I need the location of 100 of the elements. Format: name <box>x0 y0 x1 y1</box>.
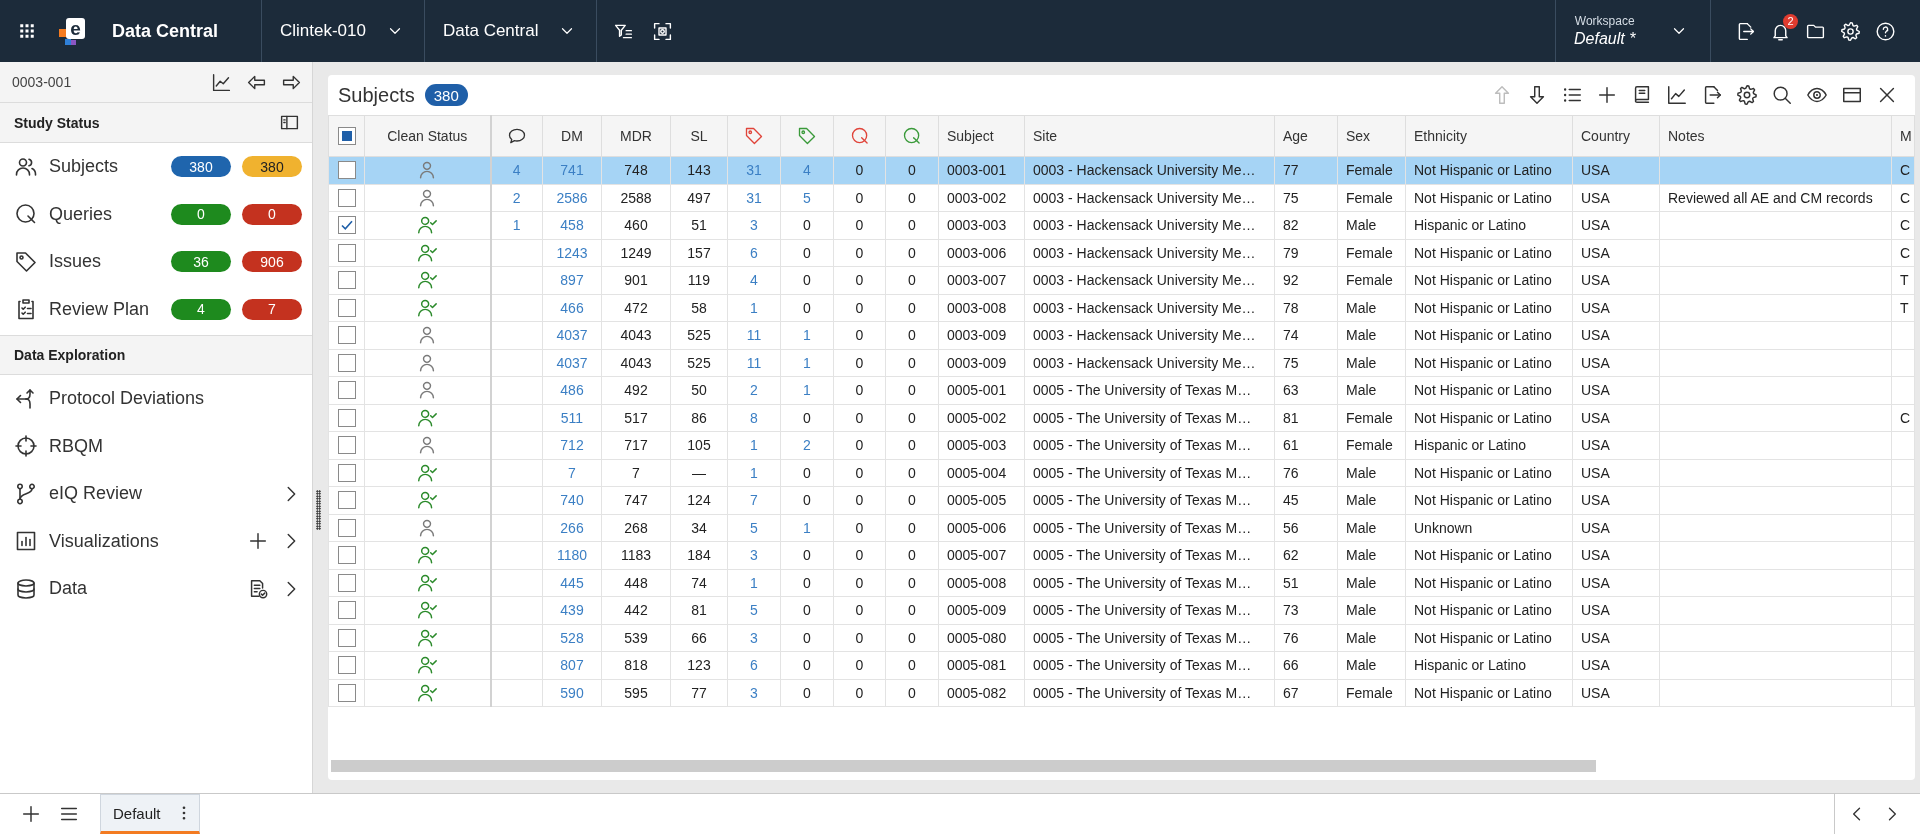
column-header[interactable]: Sex <box>1337 115 1406 157</box>
column-header[interactable]: Notes <box>1659 115 1892 157</box>
count-link[interactable]: 1 <box>750 574 758 591</box>
row-checkbox[interactable] <box>337 546 356 565</box>
workspace-tab[interactable]: Default <box>100 794 200 834</box>
column-header[interactable]: Site <box>1024 115 1275 157</box>
count-link[interactable]: 1 <box>750 464 758 481</box>
table-row[interactable]: 528 539 66 3 0 0 0 0005-080 0005 - The University of Texas M… 76 Male Not Hispanic or Latino USA <box>328 624 1915 652</box>
count-link[interactable]: 4 <box>750 272 758 289</box>
row-checkbox[interactable] <box>337 573 356 592</box>
apps-grid-icon[interactable] <box>18 22 36 40</box>
count-link[interactable]: 7 <box>568 464 576 481</box>
count-link[interactable]: 3 <box>750 217 758 234</box>
row-checkbox[interactable] <box>337 216 356 235</box>
count-link[interactable]: 11 <box>746 327 762 344</box>
count-link[interactable]: 2 <box>512 189 521 206</box>
row-checkbox[interactable] <box>337 656 356 675</box>
table-row[interactable]: 740 747 124 7 0 0 0 0005-005 0005 - The University of Texas M… 45 Male Not Hispanic or Latino USA <box>328 486 1915 514</box>
table-row[interactable]: 466 472 58 1 0 0 0 0003-008 0003 - Hackensack University Me… 78 Male Not Hispanic or Latino USA T <box>328 294 1915 322</box>
table-row[interactable]: 486 492 50 2 1 0 0 0005-001 0005 - The University of Texas M… 63 Male Not Hispanic or Latino USA <box>328 376 1915 404</box>
row-checkbox[interactable] <box>337 353 356 372</box>
table-row[interactable]: 439 442 81 5 0 0 0 0005-009 0005 - The University of Texas M… 73 Male Not Hispanic or Latino USA <box>328 596 1915 624</box>
count-link[interactable]: 5 <box>750 602 758 619</box>
row-checkbox[interactable] <box>337 491 356 510</box>
column-header[interactable]: M <box>1891 115 1915 157</box>
row-checkbox[interactable] <box>337 408 356 427</box>
menu-item[interactable]: Queries <box>14 202 113 227</box>
row-checkbox[interactable] <box>337 436 356 455</box>
count-link[interactable]: 5 <box>750 519 758 536</box>
menu-item[interactable]: Data <box>14 576 88 601</box>
table-row[interactable]: 807 818 123 6 0 0 0 0005-081 0005 - The University of Texas M… 66 Male Hispanic or Latino USA <box>328 651 1915 679</box>
plus-icon[interactable] <box>20 803 42 825</box>
row-checkbox[interactable] <box>337 381 356 400</box>
settings-icon[interactable] <box>1736 84 1758 106</box>
row-checkbox[interactable] <box>337 683 356 702</box>
column-header[interactable]: MDR <box>601 115 671 157</box>
row-checkbox[interactable] <box>337 271 356 290</box>
column-header[interactable]: SL <box>670 115 728 157</box>
count-link[interactable]: 2 <box>803 437 811 454</box>
table-row[interactable]: 4 741 748 143 31 4 0 0 0003-001 0003 - Hackensack University Me… 77 Female Not Hispanic or Latino USA C <box>328 156 1915 184</box>
table-row[interactable]: 1180 1183 184 3 0 0 0 0005-007 0005 - The University of Texas M… 62 Male Not Hispanic or Latino USA <box>328 541 1915 569</box>
count-link[interactable]: 4 <box>512 162 521 179</box>
resize-handle[interactable] <box>315 490 321 530</box>
row-checkbox[interactable] <box>337 628 356 647</box>
count-link[interactable]: 1 <box>803 519 811 536</box>
plus-icon[interactable] <box>1596 84 1618 106</box>
count-link[interactable]: 3 <box>750 629 758 646</box>
horizontal-scrollbar[interactable] <box>331 760 1596 772</box>
count-link[interactable]: 1 <box>803 382 811 399</box>
row-checkbox[interactable] <box>337 298 356 317</box>
count-link[interactable]: 3 <box>750 684 758 701</box>
line-chart-icon[interactable] <box>1666 84 1688 106</box>
table-row[interactable]: 4037 4043 525 11 1 0 0 0003-009 0003 - Hackensack University Me… 74 Male Not Hispanic or Latino USA <box>328 321 1915 349</box>
menu-item[interactable]: RBQM <box>14 434 103 459</box>
dashed-square-icon[interactable] <box>652 20 673 42</box>
count-link[interactable]: 1 <box>803 354 811 371</box>
table-row[interactable]: 445 448 74 1 0 0 0 0005-008 0005 - The University of Texas M… 51 Male Not Hispanic or Latino USA <box>328 569 1915 597</box>
count-link[interactable]: 6 <box>750 244 758 261</box>
count-link[interactable]: 5 <box>803 189 811 206</box>
table-row[interactable]: 7 7 — 1 0 0 0 0005-004 0005 - The University of Texas M… 76 Male Not Hispanic or Latino USA <box>328 459 1915 487</box>
column-header[interactable]: DM <box>542 115 602 157</box>
count-link[interactable]: 1 <box>750 299 758 316</box>
table-row[interactable]: 1 458 460 51 3 0 0 0 0003-003 0003 - Hackensack University Me… 82 Male Hispanic or Latino USA C <box>328 211 1915 239</box>
table-row[interactable]: 590 595 77 3 0 0 0 0005-082 0005 - The University of Texas M… 67 Female Not Hispanic or Latino USA <box>328 679 1915 707</box>
menu-item[interactable]: Visualizations <box>14 529 159 554</box>
row-checkbox[interactable] <box>337 188 356 207</box>
menu-item[interactable]: Issues <box>14 249 102 274</box>
table-row[interactable]: 4037 4043 525 11 1 0 0 0003-009 0003 - Hackensack University Me… 75 Male Not Hispanic or Latino USA <box>328 349 1915 377</box>
table-row[interactable]: 897 901 119 4 0 0 0 0003-007 0003 - Hackensack University Me… 92 Female Not Hispanic or Latino USA T <box>328 266 1915 294</box>
line-chart-icon[interactable] <box>211 71 232 93</box>
table-row[interactable]: 266 268 34 5 1 0 0 0005-006 0005 - The University of Texas M… 56 Male Unknown USA <box>328 514 1915 542</box>
row-checkbox[interactable] <box>337 243 356 262</box>
search-icon[interactable] <box>1771 84 1793 106</box>
menu-item[interactable]: eIQ Review <box>14 481 143 506</box>
column-header[interactable]: Subject <box>938 115 1025 157</box>
help-icon[interactable] <box>1875 20 1896 42</box>
column-header[interactable]: Ethnicity <box>1405 115 1573 157</box>
count-link[interactable]: 2 <box>750 382 758 399</box>
table-row[interactable]: 511 517 86 8 0 0 0 0005-002 0005 - The University of Texas M… 81 Female Not Hispanic or Latino USA C <box>328 404 1915 432</box>
column-header[interactable]: Country <box>1572 115 1660 157</box>
count-link[interactable]: 1 <box>512 217 521 234</box>
table-row[interactable]: 712 717 105 1 2 0 0 0005-003 0005 - The University of Texas M… 61 Female Hispanic or Latino USA <box>328 431 1915 459</box>
count-link[interactable]: 31 <box>746 162 762 179</box>
count-link[interactable]: 1 <box>750 437 758 454</box>
menu-item[interactable]: Protocol Deviations <box>14 386 205 411</box>
column-header[interactable]: Age <box>1274 115 1338 157</box>
row-checkbox[interactable] <box>337 161 356 180</box>
row-checkbox[interactable] <box>337 326 356 345</box>
row-checkbox[interactable] <box>337 601 356 620</box>
menu-item[interactable]: Review Plan <box>14 297 150 322</box>
row-checkbox[interactable] <box>337 463 356 482</box>
count-link[interactable]: 3 <box>750 547 758 564</box>
menu-item[interactable]: Subjects <box>14 154 119 179</box>
row-checkbox[interactable] <box>337 518 356 537</box>
count-link[interactable]: 31 <box>746 189 762 206</box>
column-header[interactable]: Clean Status <box>364 115 491 157</box>
count-link[interactable]: 11 <box>746 354 762 371</box>
count-link[interactable]: 8 <box>750 409 758 426</box>
table-row[interactable]: 2 2586 2588 497 31 5 0 0 0003-002 0003 - Hackensack University Me… 75 Female Not Hispanic or Latino USA Reviewed all AE and CM records C <box>328 184 1915 212</box>
count-link[interactable]: 7 <box>750 492 758 509</box>
